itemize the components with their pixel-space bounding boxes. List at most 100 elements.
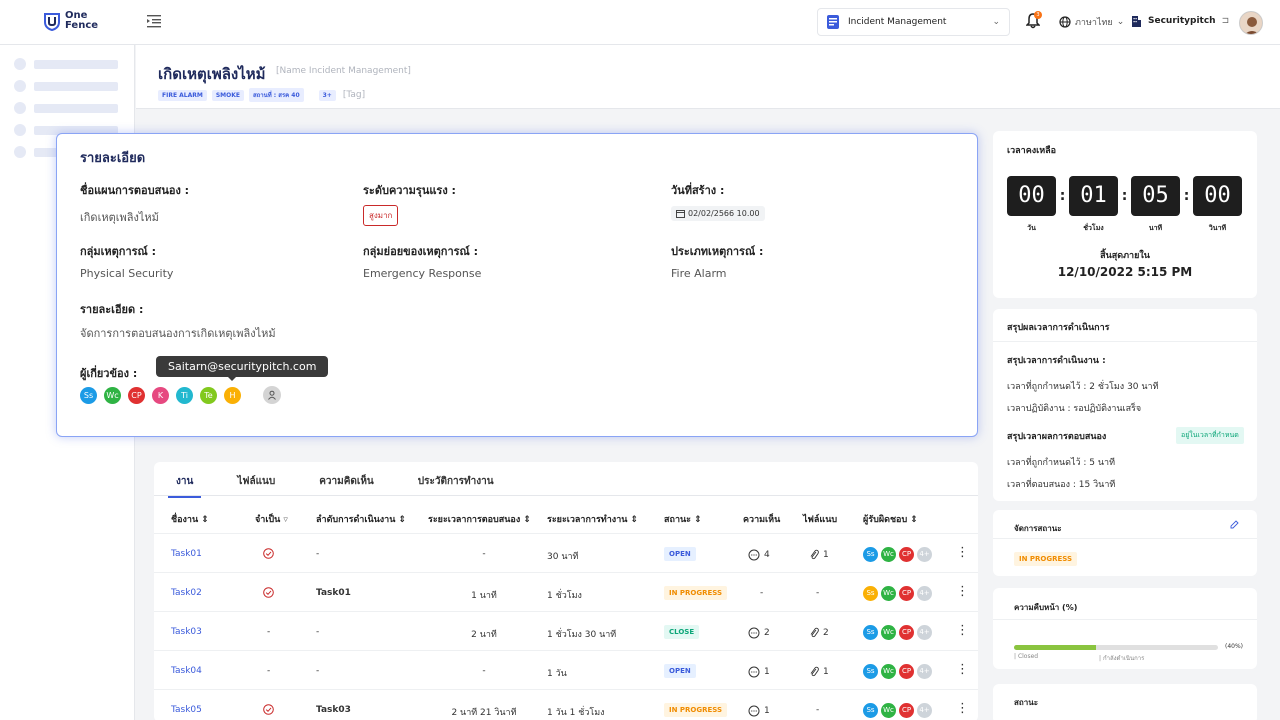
comment-icon [748, 705, 760, 717]
comment-count-wrap[interactable]: 1 [748, 705, 770, 717]
owner-avatar[interactable]: CP [899, 664, 914, 679]
notification-badge: 3 [1034, 11, 1042, 19]
more-owners-badge[interactable]: 4+ [917, 547, 932, 562]
user-photo-icon [1240, 12, 1262, 34]
task-name-link[interactable]: Task03 [171, 627, 202, 637]
more-owners-badge[interactable]: 4+ [917, 625, 932, 640]
file-count: 1 [823, 549, 829, 560]
owner-avatar[interactable]: Ss [863, 586, 878, 601]
globe-icon [1059, 16, 1071, 28]
row-menu-icon[interactable]: ⋮ [956, 663, 969, 676]
person-avatar[interactable]: CP [128, 387, 145, 404]
tag-placeholder: [Tag] [342, 90, 366, 100]
sidebar-placeholder-item[interactable] [14, 58, 118, 70]
owner-avatar[interactable]: CP [899, 703, 914, 718]
col-response[interactable]: ระยะเวลาการตอบสนอง ⇕ [428, 512, 531, 526]
edit-icon[interactable] [1230, 520, 1239, 529]
severity-label: ระดับความรุนแรง : [363, 184, 456, 197]
file-count-wrap[interactable]: 1 [809, 666, 829, 677]
table-row[interactable]: Task01 - - 30 นาที OPEN 4 1 Ss Wc CP 4+ ⋮ [154, 533, 978, 572]
row-menu-icon[interactable]: ⋮ [956, 624, 969, 637]
created-label: วันที่สร้าง : [671, 184, 725, 197]
person-avatar[interactable]: Ti [176, 387, 193, 404]
progress-card: ความคืบหน้า (%) (40%) | Closed | กำลังดำ… [993, 588, 1257, 669]
row-menu-icon[interactable]: ⋮ [956, 702, 969, 715]
table-row[interactable]: Task02 Task01 1 นาที 1 ชั่วโมง IN PROGRESS - -… [154, 572, 978, 611]
status-badge: OPEN [664, 664, 696, 678]
owner-avatar[interactable]: Wc [881, 625, 896, 640]
owner-avatar[interactable]: Ss [863, 547, 878, 562]
status-badge: IN PROGRESS [664, 586, 728, 600]
sidebar-placeholder-item[interactable] [14, 80, 118, 92]
task-work: 1 วัน 1 ชั่วโมง [547, 708, 605, 718]
user-avatar[interactable] [1239, 11, 1263, 35]
description-label: รายละเอียด : [80, 303, 144, 316]
person-icon [268, 390, 276, 400]
person-avatar[interactable]: Te [200, 387, 217, 404]
row-menu-icon[interactable]: ⋮ [956, 585, 969, 598]
required-empty: - [267, 666, 271, 676]
owner-avatar[interactable]: CP [899, 625, 914, 640]
person-avatar[interactable]: K [152, 387, 169, 404]
file-count: - [816, 588, 820, 598]
task-name-link[interactable]: Task02 [171, 588, 202, 598]
detail-title: รายละเอียด [80, 151, 146, 166]
incident-module-select[interactable]: Incident Management ⌄ [817, 8, 1010, 36]
task-name-link[interactable]: Task01 [171, 549, 202, 559]
logo[interactable]: One Fence [42, 11, 98, 31]
company-switcher[interactable]: Securitypitch ⊐ [1131, 15, 1229, 27]
language-select[interactable]: ภาษาไทย ⌄ [1059, 15, 1124, 29]
owner-avatar[interactable]: Wc [881, 547, 896, 562]
owner-avatar[interactable]: Ss [863, 625, 878, 640]
comment-count-wrap[interactable]: 1 [748, 666, 770, 678]
task-name-link[interactable]: Task05 [171, 705, 202, 715]
owner-avatar[interactable]: CP [899, 547, 914, 562]
task-response: 2 นาที [471, 630, 497, 640]
owner-avatar[interactable]: Wc [881, 703, 896, 718]
col-name[interactable]: ชื่องาน ⇕ [171, 512, 209, 526]
add-person-button[interactable] [263, 386, 281, 404]
sidebar-placeholder-item[interactable] [14, 102, 118, 114]
tag[interactable]: FIRE ALARM [158, 89, 207, 101]
task-name-link[interactable]: Task04 [171, 666, 202, 676]
more-owners-badge[interactable]: 4+ [917, 703, 932, 718]
file-count-wrap[interactable]: 2 [809, 627, 829, 638]
table-row[interactable]: Task05 Task03 2 นาที 21 วินาที 1 วัน 1 ชั่ว… [154, 689, 978, 720]
more-tags-badge[interactable]: 3+ [318, 89, 336, 101]
owner-avatar[interactable]: Ss [863, 664, 878, 679]
more-owners-badge[interactable]: 4+ [917, 586, 932, 601]
owner-avatar[interactable]: Ss [863, 703, 878, 718]
logo-text: One Fence [65, 11, 98, 31]
person-avatar[interactable]: Wc [104, 387, 121, 404]
table-row[interactable]: Task04 - - - 1 วัน OPEN 1 1 Ss Wc CP 4+ ⋮ [154, 650, 978, 689]
status-card: สถานะ [993, 684, 1257, 720]
col-status[interactable]: สถานะ ⇕ [664, 512, 702, 526]
owner-avatar[interactable]: CP [899, 586, 914, 601]
owner-avatars: Ss Wc CP 4+ [863, 586, 932, 601]
person-avatar[interactable]: Ss [80, 387, 97, 404]
row-menu-icon[interactable]: ⋮ [956, 546, 969, 559]
tasks-card: งาน ไฟล์แนบ ความคิดเห็น ประวัติการทำงาน … [154, 462, 978, 720]
person-avatar[interactable]: H [224, 387, 241, 404]
owner-avatars: Ss Wc CP 4+ [863, 664, 932, 679]
menu-toggle-icon[interactable] [147, 14, 163, 28]
col-owners[interactable]: ผู้รับผิดชอบ ⇕ [863, 512, 918, 526]
col-required[interactable]: จำเป็น ▿ [255, 512, 288, 526]
tag[interactable]: SMOKE [211, 89, 244, 101]
table-row[interactable]: Task03 - - 2 นาที 1 ชั่วโมง 30 นาที CLOSE 2 2 Ss… [154, 611, 978, 650]
comment-count-wrap[interactable]: 4 [748, 549, 770, 561]
col-order[interactable]: ลำดับการดำเนินงาน ⇕ [316, 512, 406, 526]
paperclip-icon [810, 666, 819, 677]
file-count-wrap[interactable]: 1 [809, 549, 829, 560]
task-order: - [316, 549, 320, 559]
filter-icon[interactable]: ▿ [283, 515, 288, 525]
tag[interactable]: สถานที่ : สรค 40 [248, 88, 304, 102]
owner-avatar[interactable]: Wc [881, 586, 896, 601]
status-manage-card: จัดการสถานะ IN PROGRESS [993, 510, 1257, 576]
owner-avatar[interactable]: Wc [881, 664, 896, 679]
col-work[interactable]: ระยะเวลาการทำงาน ⇕ [547, 512, 638, 526]
more-owners-badge[interactable]: 4+ [917, 664, 932, 679]
required-empty: - [267, 627, 271, 637]
comment-icon [748, 549, 760, 561]
comment-count-wrap[interactable]: 2 [748, 627, 770, 639]
